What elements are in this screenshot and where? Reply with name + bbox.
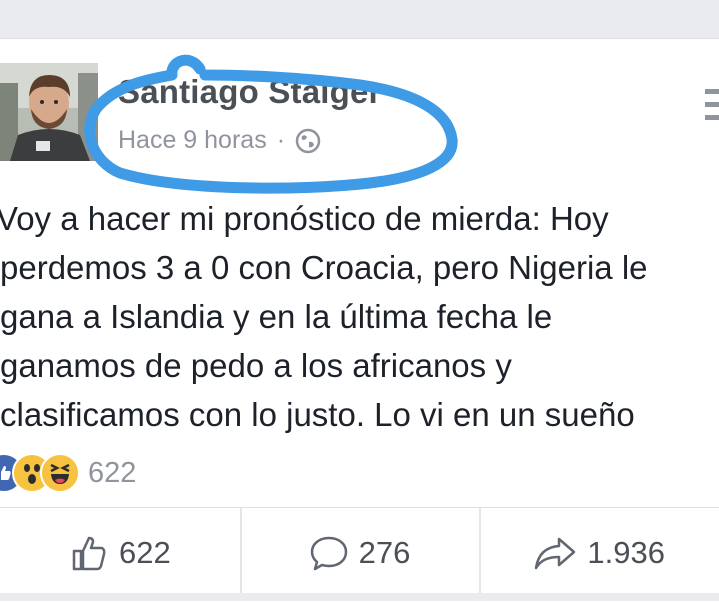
post-menu-icon[interactable] (705, 89, 719, 129)
action-bar: 622 276 1.936 (0, 508, 719, 598)
feed-background (0, 593, 719, 601)
globe-icon (295, 128, 321, 154)
post-card: Santiago Staiger Hace 9 horas · Voy a ha… (0, 38, 719, 602)
comment-count: 276 (358, 535, 411, 570)
reaction-count: 622 (88, 456, 137, 489)
share-count: 1.936 (587, 535, 665, 570)
meta-separator: · (276, 126, 286, 154)
share-button[interactable]: 1.936 (479, 508, 719, 598)
avatar[interactable] (0, 63, 98, 161)
thumbs-up-icon (72, 536, 106, 571)
reactions-summary[interactable]: 622 (0, 453, 136, 493)
comment-icon (310, 536, 347, 571)
comment-button[interactable]: 276 (239, 508, 480, 598)
post-text: Voy a hacer mi pronóstico de mierda: Hoy… (0, 200, 648, 433)
share-icon (535, 537, 576, 570)
post-meta: Hace 9 horas · (118, 126, 321, 155)
author-name[interactable]: Santiago Staiger (118, 73, 382, 111)
haha-icon (40, 453, 80, 493)
like-count: 622 (118, 535, 171, 570)
like-button[interactable]: 622 (0, 508, 240, 598)
avatar-photo (0, 63, 98, 161)
post-time[interactable]: Hace 9 horas (118, 126, 267, 155)
